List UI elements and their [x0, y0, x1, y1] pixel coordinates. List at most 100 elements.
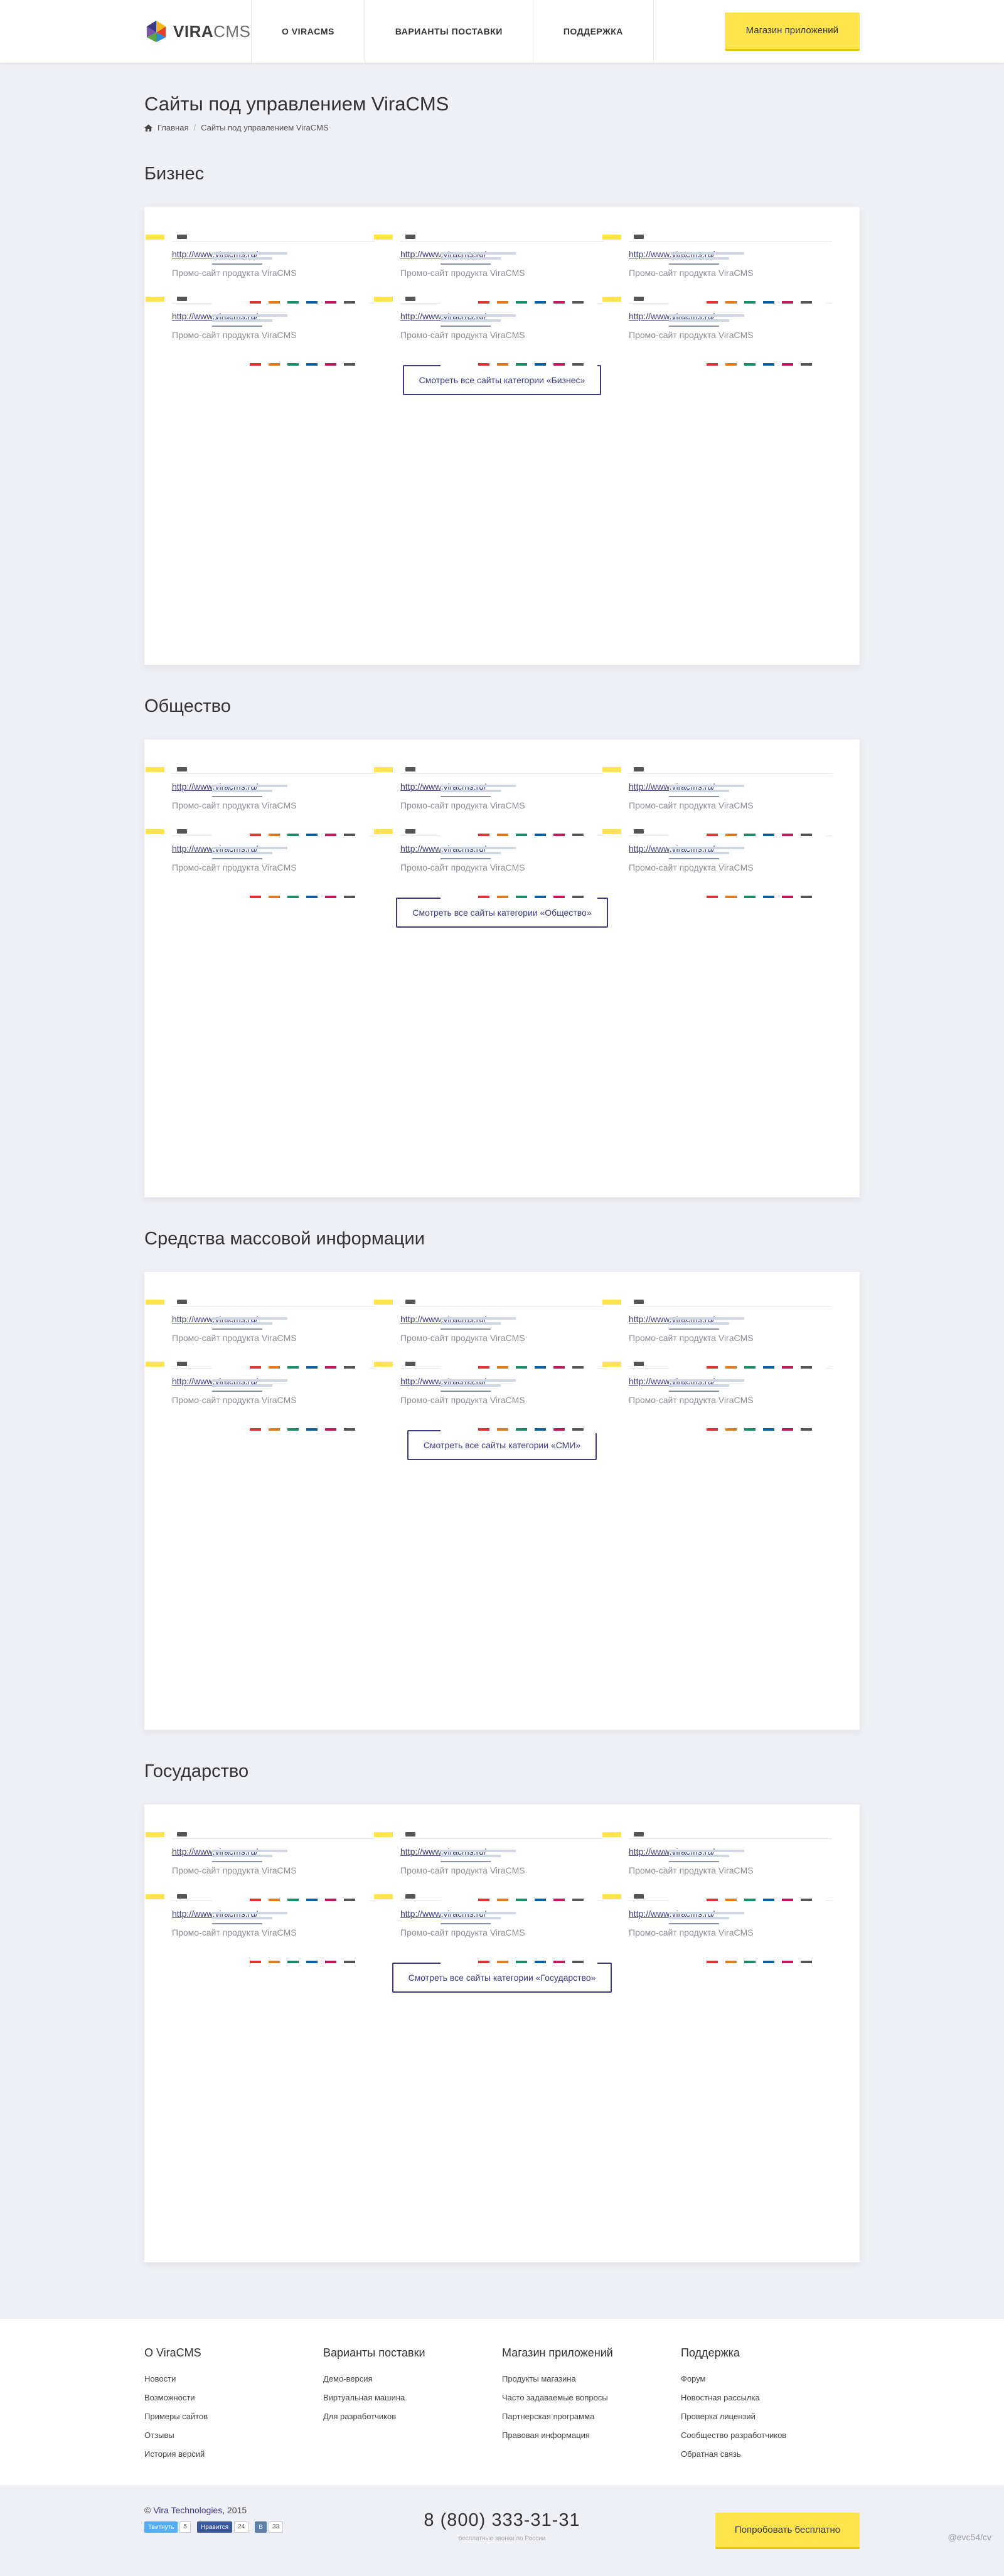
more-wrap: Смотреть все сайты категории «СМИ» [172, 1430, 832, 1460]
sites-grid: http://www.viracms.ru/Промо-сайт продукт… [146, 233, 832, 368]
footer-link[interactable]: Продукты магазина [502, 2370, 681, 2388]
divider [172, 1306, 375, 1307]
divider [172, 1838, 375, 1839]
footer-link[interactable]: Форум [681, 2370, 860, 2388]
footer-column-title: Варианты поставки [323, 2346, 425, 2359]
site-description: Промо-сайт продукта ViraCMS [629, 330, 754, 340]
site-description: Промо-сайт продукта ViraCMS [400, 1927, 525, 1937]
site-item: http://www.viracms.ru/Промо-сайт продукт… [374, 766, 604, 839]
site-description: Промо-сайт продукта ViraCMS [172, 1865, 297, 1875]
site-item: http://www.viracms.ru/Промо-сайт продукт… [374, 1298, 604, 1371]
footer-link[interactable]: Новости [144, 2370, 323, 2388]
site-item: http://www.viracms.ru/Промо-сайт продукт… [374, 1831, 604, 1904]
footer-link[interactable]: Демо-версия [323, 2370, 502, 2388]
breadcrumb-home[interactable]: Главная [158, 123, 188, 132]
try-free-button[interactable]: Попробовать бесплатно [715, 2513, 860, 2549]
site-description: Промо-сайт продукта ViraCMS [400, 1333, 525, 1343]
footer-link[interactable]: Новостная рассылка [681, 2388, 860, 2407]
sites-card: http://www.viracms.ru/Промо-сайт продукт… [144, 207, 860, 665]
sites-grid: http://www.viracms.ru/Промо-сайт продукт… [146, 1831, 832, 1966]
footer: О ViraCMS Новости Возможности Примеры сайто… [0, 2319, 1004, 2485]
footer-column: Магазин приложений Продукты магазина Часто… [502, 2346, 681, 2464]
site-description: Промо-сайт продукта ViraCMS [400, 330, 525, 340]
footer-link[interactable]: Проверка лицензий [681, 2407, 860, 2426]
footer-column-title: О ViraCMS [144, 2346, 201, 2359]
footer-link[interactable]: Для разработчиков [323, 2407, 502, 2426]
sites-grid: http://www.viracms.ru/Промо-сайт продукт… [146, 1298, 832, 1433]
breadcrumb-separator: / [193, 123, 196, 132]
footer-link[interactable]: История версий [144, 2445, 323, 2464]
section-title: Средства массовой информации [144, 1229, 425, 1249]
site-description: Промо-сайт продукта ViraCMS [629, 268, 754, 278]
sites-card: http://www.viracms.ru/Промо-сайт продукт… [144, 1272, 860, 1730]
view-all-category-button[interactable]: Смотреть все сайты категории «Государств… [392, 1963, 612, 1993]
site-description: Промо-сайт продукта ViraCMS [400, 1865, 525, 1875]
divider [400, 1838, 604, 1839]
site-item: http://www.viracms.ru/Промо-сайт продукт… [146, 1298, 375, 1371]
footer-link[interactable]: Обратная связь [681, 2445, 860, 2464]
footer-link[interactable]: Партнерская программа [502, 2407, 681, 2426]
nav-delivery-options[interactable]: ВАРИАНТЫ ПОСТАВКИ [365, 0, 533, 63]
category-section: Средства массовой информации http://www.v… [144, 1229, 860, 1730]
site-item: http://www.viracms.ru/Промо-сайт продукт… [602, 1831, 832, 1904]
view-all-category-button[interactable]: Смотреть все сайты категории «Общество» [396, 898, 608, 928]
footer-column: Варианты поставки Демо-версия Виртуальная … [323, 2346, 502, 2464]
site-description: Промо-сайт продукта ViraCMS [172, 800, 297, 810]
footer-link[interactable]: Виртуальная машина [323, 2388, 502, 2407]
logo-icon [146, 20, 166, 43]
category-section: Государство http://www.viracms.ru/Промо-с… [144, 1761, 860, 2262]
site-description: Промо-сайт продукта ViraCMS [400, 268, 525, 278]
more-wrap: Смотреть все сайты категории «Общество» [172, 898, 832, 928]
site-item: http://www.viracms.ru/Промо-сайт продукт… [602, 233, 832, 306]
view-all-category-button[interactable]: Смотреть все сайты категории «Бизнес» [402, 365, 602, 395]
footer-column: О ViraCMS Новости Возможности Примеры сайто… [144, 2346, 323, 2464]
view-all-category-button[interactable]: Смотреть все сайты категории «СМИ» [407, 1430, 597, 1460]
divider [172, 773, 375, 774]
nav-support[interactable]: ПОДДЕРЖКА [533, 0, 654, 63]
site-description: Промо-сайт продукта ViraCMS [172, 862, 297, 872]
app-store-button[interactable]: Магазин приложений [724, 12, 860, 51]
site-description: Промо-сайт продукта ViraCMS [400, 800, 525, 810]
breadcrumb-current: Сайты под управлением ViraCMS [201, 123, 329, 132]
home-icon [144, 124, 152, 132]
breadcrumb: Главная / Сайты под управлением ViraCMS [144, 123, 860, 132]
site-description: Промо-сайт продукта ViraCMS [400, 1395, 525, 1405]
sites-card: http://www.viracms.ru/Промо-сайт продукт… [144, 739, 860, 1197]
site-description: Промо-сайт продукта ViraCMS [172, 1395, 297, 1405]
site-description: Промо-сайт продукта ViraCMS [172, 330, 297, 340]
footer-link[interactable]: Отзывы [144, 2426, 323, 2445]
footer-link[interactable]: Часто задаваемые вопросы [502, 2388, 681, 2407]
more-wrap: Смотреть все сайты категории «Бизнес» [172, 365, 832, 395]
section-title: Бизнес [144, 164, 205, 184]
page-title: Сайты под управлением ViraCMS [144, 93, 449, 115]
top-header: VIRACMS О VIRACMS ВАРИАНТЫ ПОСТАВКИ ПОДД… [0, 0, 1004, 63]
footer-link[interactable]: Примеры сайтов [144, 2407, 323, 2426]
site-description: Промо-сайт продукта ViraCMS [629, 1865, 754, 1875]
footer-link[interactable]: Возможности [144, 2388, 323, 2407]
nav-about[interactable]: О VIRACMS [252, 0, 365, 63]
site-description: Промо-сайт продукта ViraCMS [172, 1333, 297, 1343]
site-item: http://www.viracms.ru/Промо-сайт продукт… [602, 766, 832, 839]
site-description: Промо-сайт продукта ViraCMS [629, 862, 754, 872]
divider [629, 1838, 832, 1839]
site-description: Промо-сайт продукта ViraCMS [629, 1927, 754, 1937]
divider [400, 1306, 604, 1307]
footer-link[interactable]: Сообщество разработчиков [681, 2426, 860, 2445]
site-item: http://www.viracms.ru/Промо-сайт продукт… [374, 233, 604, 306]
main-content: Сайты под управлением ViraCMS Главная / … [144, 93, 860, 2262]
site-description: Промо-сайт продукта ViraCMS [172, 268, 297, 278]
author-credit: @evc54/cv [948, 2532, 991, 2542]
more-wrap: Смотреть все сайты категории «Государств… [172, 1963, 832, 1993]
site-item: http://www.viracms.ru/Промо-сайт продукт… [602, 1298, 832, 1371]
section-title: Общество [144, 696, 231, 716]
footer-column-title: Магазин приложений [502, 2346, 613, 2359]
viracms-logo[interactable]: VIRACMS [144, 0, 252, 63]
footer-columns: О ViraCMS Новости Возможности Примеры сайто… [144, 2346, 860, 2464]
site-item: http://www.viracms.ru/Промо-сайт продукт… [146, 1831, 375, 1904]
site-item: http://www.viracms.ru/Промо-сайт продукт… [146, 766, 375, 839]
site-description: Промо-сайт продукта ViraCMS [400, 862, 525, 872]
sites-card: http://www.viracms.ru/Промо-сайт продукт… [144, 1805, 860, 2262]
main-nav: О VIRACMS ВАРИАНТЫ ПОСТАВКИ ПОДДЕРЖКА [252, 0, 654, 63]
footer-link[interactable]: Правовая информация [502, 2426, 681, 2445]
divider [629, 1306, 832, 1307]
